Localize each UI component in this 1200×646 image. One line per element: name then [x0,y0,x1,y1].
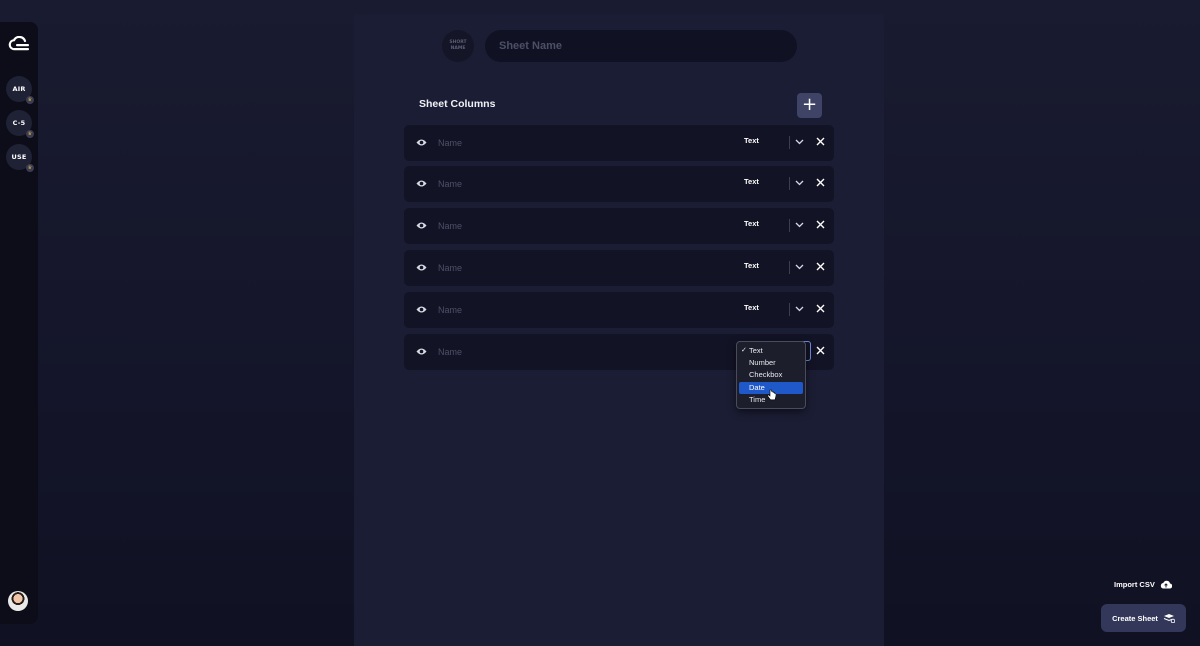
column-row: Text [404,125,834,161]
sidebar: AIR ♛ C-5 ♛ USE ♛ [0,22,38,624]
column-row: Text [404,250,834,286]
create-sheet-label: Create Sheet [1112,613,1158,623]
workspace-c5[interactable]: C-5 ♛ [6,110,34,138]
column-row: Text [404,208,834,244]
create-sheet-panel: SHORT NAME Sheet Columns + Text Text Tex… [354,14,884,646]
workspace-label: USE [11,153,27,161]
sheet-name-input[interactable] [485,30,797,62]
column-name-input[interactable] [438,136,718,150]
divider [789,136,790,149]
sheet-columns-title: Sheet Columns [419,98,496,110]
option-label: Number [749,358,776,368]
divider [789,177,790,190]
chevron-down-icon[interactable] [795,264,804,270]
close-icon[interactable] [816,220,825,229]
dropdown-option-number[interactable]: Number [739,357,803,369]
dropdown-option-checkbox[interactable]: Checkbox [739,369,803,381]
column-name-input[interactable] [438,219,718,233]
column-name-input[interactable] [438,177,718,191]
import-csv-label: Import CSV [1114,580,1155,589]
dropdown-option-text[interactable]: ✓ Text [739,345,803,357]
option-label: Text [749,346,763,355]
divider [789,219,790,232]
add-column-button[interactable]: + [797,93,822,118]
workspace-label: AIR [12,85,26,93]
column-type-value: Text [744,177,759,186]
chevron-down-icon[interactable] [795,139,804,145]
column-name-input[interactable] [438,303,718,317]
hand-cursor-icon [767,389,776,401]
option-label: Checkbox [749,370,783,380]
eye-icon[interactable] [416,221,427,230]
cloud-logo-icon[interactable] [8,36,30,52]
eye-icon[interactable] [416,263,427,272]
workspace-use[interactable]: USE ♛ [6,144,34,172]
close-icon[interactable] [816,304,825,313]
column-type-value: Text [744,219,759,228]
eye-icon[interactable] [416,179,427,188]
column-type-value: Text [744,136,759,145]
column-name-input[interactable] [438,345,718,359]
short-name-badge[interactable]: SHORT NAME [442,30,474,62]
user-avatar[interactable] [8,591,28,611]
column-type-value: Text [744,303,759,312]
cloud-upload-icon [1160,580,1172,589]
chevron-down-icon[interactable] [795,180,804,186]
divider [789,303,790,316]
chevron-down-icon[interactable] [795,222,804,228]
import-csv-button[interactable]: Import CSV [1114,580,1172,589]
column-name-input[interactable] [438,261,718,275]
crown-icon: ♛ [26,96,34,104]
close-icon[interactable] [816,346,825,355]
column-row: Text [404,292,834,328]
crown-icon: ♛ [26,130,34,138]
close-icon[interactable] [816,178,825,187]
eye-icon[interactable] [416,305,427,314]
column-row: Text [404,166,834,202]
checkmark-icon: ✓ [741,347,747,354]
eye-icon[interactable] [416,347,427,356]
close-icon[interactable] [816,137,825,146]
create-sheet-button[interactable]: Create Sheet [1101,604,1186,632]
sheet-stack-icon [1163,614,1175,623]
close-icon[interactable] [816,262,825,271]
option-label: Time [749,394,766,404]
divider [789,261,790,274]
chevron-down-icon[interactable] [795,306,804,312]
column-type-value: Text [744,261,759,270]
short-name-placeholder: SHORT NAME [449,40,467,51]
workspace-air[interactable]: AIR ♛ [6,76,34,104]
workspace-label: C-5 [12,119,26,127]
crown-icon: ♛ [26,164,34,172]
eye-icon[interactable] [416,138,427,147]
option-label: Date [749,382,765,392]
